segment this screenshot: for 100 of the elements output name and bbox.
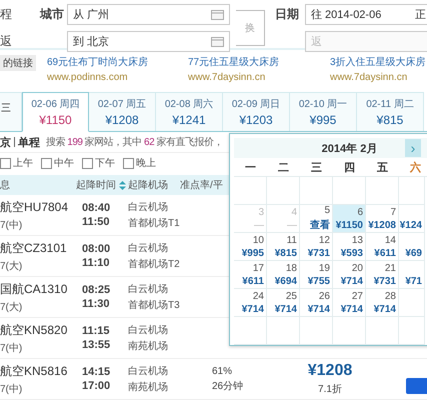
- discount-text: 7.1折: [318, 383, 342, 396]
- ad-link[interactable]: 3折入住五星级大床房: [330, 55, 427, 69]
- day-cell[interactable]: 7 ¥1208: [366, 205, 399, 233]
- day-cell: 3 —: [234, 205, 267, 233]
- arrive-airport: 首都机场T2: [128, 258, 180, 271]
- date-tab[interactable]: 02-11 周二 ¥815: [357, 92, 424, 131]
- depart-date-field[interactable]: 往 2014-02-06 正: [305, 4, 427, 25]
- delay-text: 26分钟: [212, 380, 244, 392]
- empty-day-cell: [267, 317, 300, 345]
- day-cell: 4 —: [267, 205, 300, 233]
- empty-day-cell: [399, 289, 425, 317]
- date-tab[interactable]: 02-09 周日 ¥1203: [223, 92, 290, 131]
- city-label: 城市: [40, 6, 65, 23]
- time-filter-label: 晚上: [136, 156, 156, 170]
- depart-airport: 白云机场: [128, 200, 169, 214]
- sort-icon[interactable]: [119, 180, 126, 190]
- time-filter-label: 下午: [95, 157, 115, 170]
- empty-day-cell: [300, 317, 333, 345]
- day-cell[interactable]: 17 ¥611: [234, 261, 267, 289]
- time-checkbox[interactable]: [123, 158, 134, 168]
- time-filter-label: 中午: [54, 156, 74, 170]
- time-filter-label: 上午: [13, 156, 33, 170]
- empty-day-cell: [333, 317, 366, 345]
- day-cell[interactable]: 28 ¥714: [366, 289, 399, 317]
- empty-day-cell: [234, 317, 267, 345]
- day-cell[interactable]: 19 ¥755: [300, 261, 333, 289]
- date-tab[interactable]: 02-07 周五 ¥1208: [89, 92, 156, 131]
- arrive-time: 17:00: [82, 380, 112, 392]
- arrive-airport: 南苑机场: [128, 380, 169, 394]
- calendar-icon: [211, 36, 224, 46]
- depart-time: 14:15: [82, 366, 112, 378]
- day-cell[interactable]: 20 ¥714: [333, 261, 366, 289]
- to-field[interactable]: 到 北京: [67, 31, 230, 52]
- trip-type-text: 单程: [18, 136, 40, 150]
- price-text: ¥1208: [308, 362, 352, 380]
- day-cell[interactable]: 6 ¥1150: [333, 205, 366, 233]
- column-header: 息: [0, 178, 10, 192]
- date-label: 日期: [275, 6, 300, 23]
- day-cell[interactable]: 13 ¥593: [333, 233, 366, 261]
- arrive-time: 11:50: [82, 216, 111, 228]
- day-cell[interactable]: 25 ¥714: [267, 289, 300, 317]
- calendar-icon: [211, 10, 224, 20]
- flight-number: 航空KN5820: [0, 322, 68, 338]
- day-cell[interactable]: ¥71: [399, 261, 425, 289]
- column-header: 起降时间: [76, 178, 116, 192]
- punctuality-text: 61%: [212, 366, 234, 376]
- aircraft-type: 7(中): [0, 342, 24, 354]
- depart-airport: 白云机场: [128, 364, 169, 378]
- aircraft-type: 7(大): [0, 300, 24, 314]
- from-field[interactable]: 从 广州: [67, 4, 230, 25]
- lunar-date-text: 正: [415, 8, 427, 22]
- day-cell[interactable]: 24 ¥714: [234, 289, 267, 317]
- weekday-label: 二: [277, 160, 290, 174]
- date-tab[interactable]: 02-08 周六 ¥1241: [156, 92, 223, 131]
- aircraft-type: 7(中): [0, 382, 24, 396]
- arrive-time: 11:30: [82, 298, 111, 310]
- depart-airport: 白云机场: [128, 324, 169, 337]
- weekday-label: 一: [244, 160, 257, 174]
- date-tab[interactable]: 02-10 周一 ¥995: [290, 92, 357, 131]
- date-tab[interactable]: 02-06 周四 ¥1150: [22, 92, 89, 132]
- time-checkbox[interactable]: [41, 158, 52, 168]
- route-text: 京: [0, 136, 11, 150]
- arrive-airport: 南苑机场: [128, 340, 169, 353]
- flight-number: 国航CA1310: [0, 280, 68, 298]
- weekday-label: 六: [408, 160, 422, 174]
- arrive-airport: 首都机场T3: [128, 298, 180, 312]
- aircraft-type: 7(中): [0, 218, 24, 232]
- day-cell[interactable]: 18 ¥694: [267, 261, 300, 289]
- day-cell[interactable]: 21 ¥731: [366, 261, 399, 289]
- flight-number: 航空KN5816: [0, 362, 68, 380]
- day-cell[interactable]: 14 ¥611: [366, 233, 399, 261]
- empty-day-cell: [399, 317, 425, 345]
- ad-link[interactable]: 69元住布丁时尚大床房: [47, 55, 188, 69]
- arrive-time: 13:55: [82, 339, 112, 351]
- ad-link[interactable]: 77元住五星级大床房: [188, 55, 330, 69]
- weekday-label: 四: [343, 160, 356, 174]
- flight-number: 航空HU7804: [0, 198, 70, 216]
- day-cell[interactable]: 10 ¥995: [234, 233, 267, 261]
- weekday-label: 三: [310, 160, 323, 174]
- day-cell[interactable]: ¥124: [399, 205, 425, 233]
- day-cell[interactable]: 26 ¥714: [300, 289, 333, 317]
- day-cell[interactable]: 12 ¥731: [300, 233, 333, 261]
- flight-number: 航空CZ3101: [0, 240, 68, 256]
- empty-day-cell: [366, 317, 399, 345]
- links-tag: 的链接: [0, 55, 36, 71]
- date-tab[interactable]: 三: [0, 92, 22, 131]
- depart-time: 11:15: [82, 325, 111, 337]
- day-cell[interactable]: ¥69: [399, 233, 425, 261]
- time-checkbox[interactable]: [0, 158, 11, 168]
- month-title: 2014年 2月: [320, 142, 378, 156]
- column-header: 起降机场: [128, 178, 168, 192]
- arrive-airport: 首都机场T1: [128, 216, 180, 230]
- depart-time: 08:25: [82, 284, 112, 296]
- day-cell[interactable]: 11 ¥815: [267, 233, 300, 261]
- trip-label: 返: [0, 33, 13, 50]
- arrive-time: 11:10: [82, 257, 111, 269]
- day-cell[interactable]: 27 ¥714: [333, 289, 366, 317]
- depart-airport: 白云机场: [128, 282, 169, 296]
- depart-airport: 白云机场: [128, 242, 169, 255]
- time-checkbox[interactable]: [82, 158, 93, 168]
